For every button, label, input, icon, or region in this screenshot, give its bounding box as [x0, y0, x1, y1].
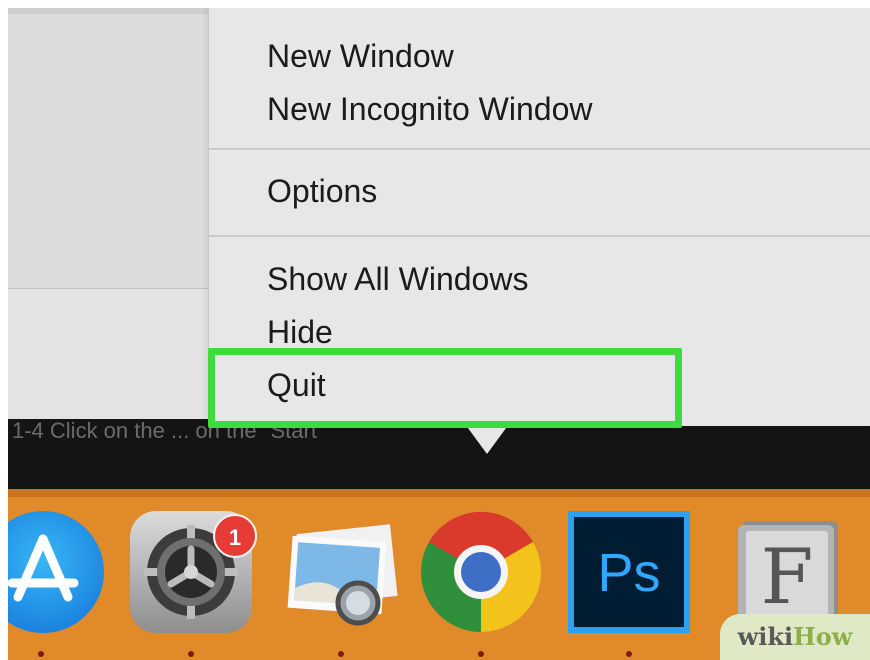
menu-item-new-incognito-window[interactable]: New Incognito Window: [267, 89, 592, 129]
menu-separator: [209, 235, 870, 237]
wikihow-watermark-part2: How: [793, 622, 853, 651]
menu-pointer-arrow: [465, 424, 509, 454]
running-indicator: [478, 651, 484, 657]
dock-top-edge: [8, 489, 870, 497]
screen: 1-4 Click on the ... on the "Start New W…: [8, 8, 870, 660]
background-window-edge: [8, 8, 208, 14]
menu-separator: [209, 148, 870, 150]
menu-item-show-all-windows[interactable]: Show All Windows: [267, 259, 528, 299]
menu-item-options[interactable]: Options: [267, 171, 377, 211]
chrome-icon[interactable]: [420, 511, 542, 633]
font-book-letter: F: [761, 532, 814, 621]
app-store-icon[interactable]: [8, 511, 104, 633]
wikihow-watermark: wikiHow: [720, 614, 870, 660]
notification-badge: 1: [213, 514, 257, 558]
dock: 1 Ps F wikiHow: [8, 489, 870, 660]
menu-item-hide[interactable]: Hide: [267, 312, 333, 352]
menu-item-new-window[interactable]: New Window: [267, 36, 454, 76]
photoshop-label: Ps: [597, 543, 660, 603]
quit-highlight-box: [208, 348, 682, 428]
photoshop-icon[interactable]: Ps: [568, 511, 690, 633]
preview-icon[interactable]: [280, 511, 402, 633]
wikihow-watermark-part1: wiki: [737, 622, 794, 651]
running-indicator: [338, 651, 344, 657]
running-indicator: [38, 651, 44, 657]
running-indicator: [626, 651, 632, 657]
running-indicator: [188, 651, 194, 657]
